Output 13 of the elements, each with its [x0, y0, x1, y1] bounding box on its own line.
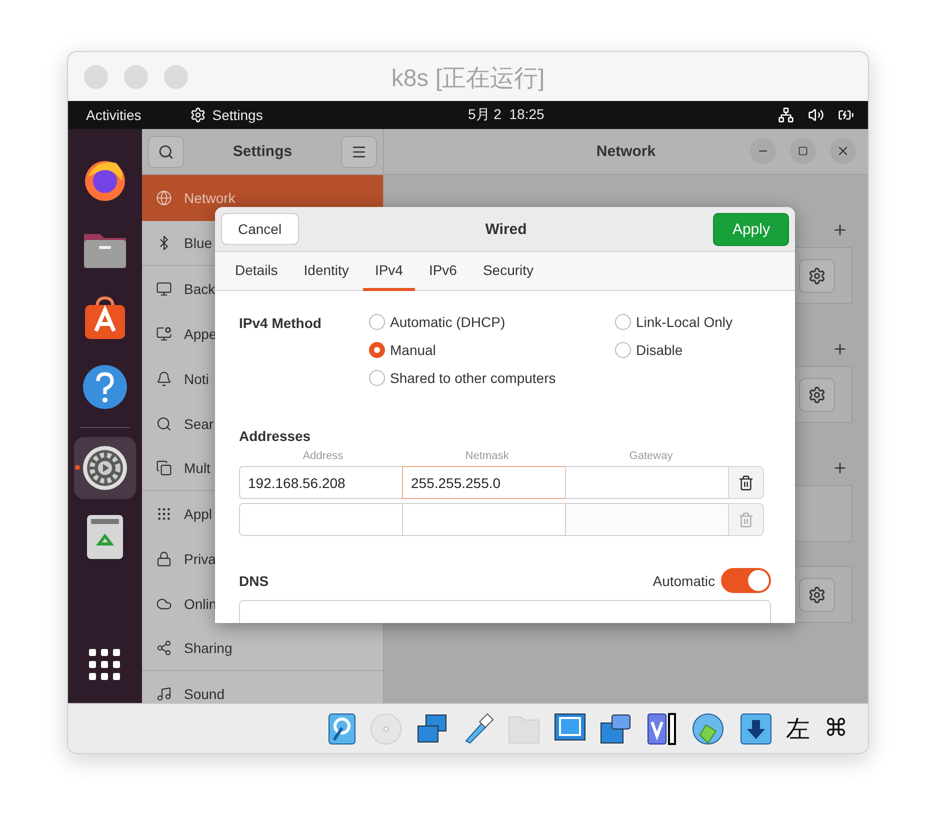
- addresses-label: Addresses: [239, 428, 312, 444]
- column-header: Gateway: [628, 450, 674, 462]
- host-key-label: ⌘: [824, 714, 848, 743]
- method-label: IPv4 Method: [239, 315, 322, 333]
- window-title: k8s [正在运行]: [391, 64, 545, 94]
- panel-title: Network: [596, 143, 656, 160]
- dns-label: DNS: [239, 572, 270, 588]
- column-header: Netmask: [464, 450, 510, 462]
- sidebar-title: Settings: [232, 143, 292, 160]
- automatic-label: Automatic: [652, 572, 715, 588]
- column-header: Address: [302, 450, 344, 462]
- dialog-title: Wired: [485, 220, 527, 238]
- host-key-label: 左: [786, 714, 810, 744]
